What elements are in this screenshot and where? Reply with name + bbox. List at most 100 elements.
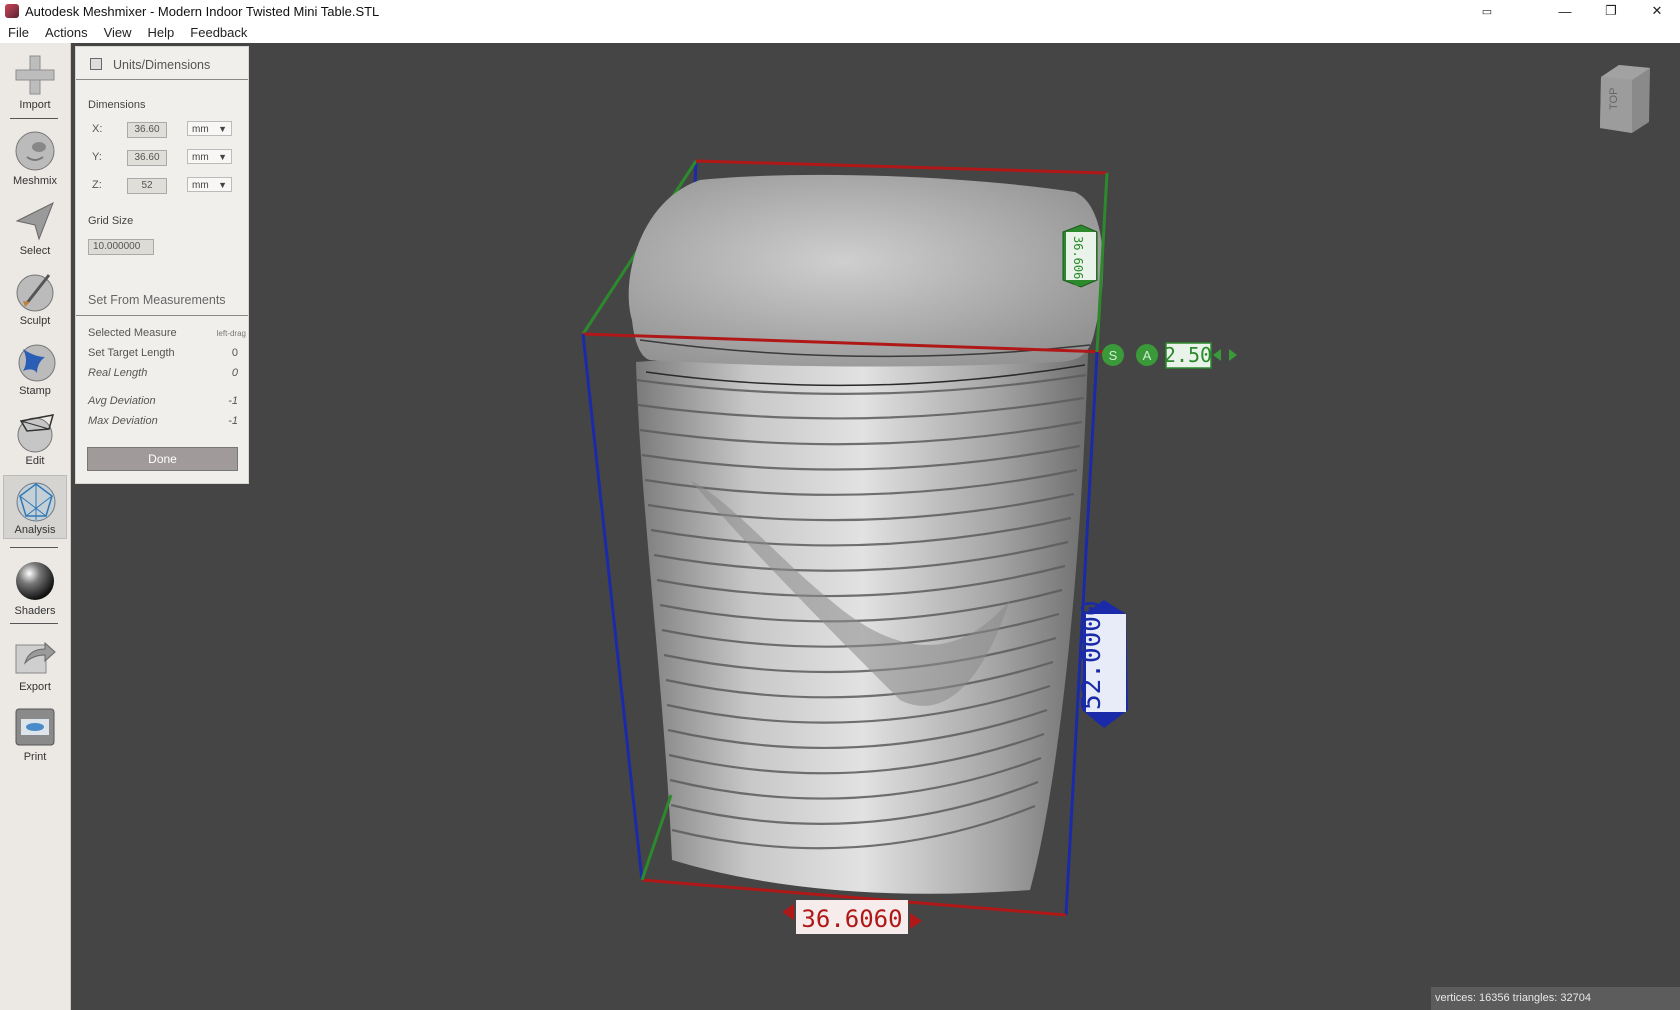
- bbox-y-edge-bottom: [640, 794, 673, 881]
- panel-collapse-icon[interactable]: [90, 58, 102, 70]
- dimensions-heading: Dimensions: [88, 99, 146, 111]
- dim-y-text: 36.6060: [1071, 236, 1085, 287]
- 3d-viewport[interactable]: 36.6060 S A 2.50 52.0000 36.6060 TOP: [70, 43, 1680, 1010]
- scale-right-arrow-icon[interactable]: [1229, 349, 1237, 361]
- y-unit-value: mm: [192, 152, 209, 163]
- dimension-z-label[interactable]: 52.0000: [1077, 600, 1128, 728]
- stamp-icon: [18, 344, 56, 382]
- x-dimension-input[interactable]: 36.60: [127, 122, 167, 138]
- selected-measure-label: Selected Measure: [88, 327, 177, 339]
- meshmix-icon: [15, 131, 55, 171]
- menu-actions[interactable]: Actions: [37, 25, 96, 40]
- tool-select[interactable]: Select: [0, 195, 70, 259]
- tool-stamp[interactable]: Stamp: [0, 335, 70, 399]
- avg-deviation-label: Avg Deviation: [88, 395, 156, 407]
- tool-sculpt[interactable]: Sculpt: [0, 265, 70, 329]
- bbox-z-edge-left: [581, 333, 644, 881]
- set-target-length-row[interactable]: Set Target Length 0: [88, 347, 238, 359]
- dim-x-left-arrow-icon[interactable]: [782, 904, 794, 920]
- set-target-length-value[interactable]: 0: [232, 347, 238, 359]
- z-label: Z:: [92, 179, 102, 191]
- z-unit-select[interactable]: mm ▼: [187, 177, 232, 192]
- menu-file[interactable]: File: [0, 25, 37, 40]
- tool-import-label: Import: [19, 99, 51, 111]
- tool-import[interactable]: Import: [0, 49, 70, 113]
- avg-deviation-row: Avg Deviation -1: [88, 395, 238, 407]
- max-deviation-row: Max Deviation -1: [88, 415, 238, 427]
- y-unit-select[interactable]: mm ▼: [187, 149, 232, 164]
- view-cube[interactable]: TOP: [1600, 65, 1650, 133]
- tool-stamp-label: Stamp: [19, 385, 51, 397]
- done-button[interactable]: Done: [87, 447, 238, 471]
- title-bar: Autodesk Meshmixer - Modern Indoor Twist…: [0, 0, 1680, 22]
- maximize-button[interactable]: ❐: [1588, 0, 1634, 22]
- tool-print-label: Print: [23, 751, 47, 763]
- scale-handle[interactable]: S A 2.50: [1102, 342, 1237, 369]
- status-bar: vertices: 16356 triangles: 32704: [1431, 987, 1680, 1010]
- units-dimensions-panel: Units/Dimensions Dimensions X: 36.60 mm ▼…: [75, 46, 249, 484]
- tool-export[interactable]: Export: [0, 631, 70, 695]
- grid-size-heading: Grid Size: [88, 215, 134, 227]
- dim-x-text: 36.6060: [801, 905, 902, 933]
- printer-icon: [15, 708, 55, 746]
- scale-a-label: A: [1143, 348, 1152, 363]
- tool-export-label: Export: [19, 681, 51, 693]
- dim-x-right-arrow-icon[interactable]: [910, 913, 922, 929]
- panel-header: Units/Dimensions: [76, 47, 248, 80]
- table-model[interactable]: [628, 174, 1104, 894]
- plus-icon: [15, 55, 55, 95]
- chevron-down-icon: ▼: [218, 152, 227, 162]
- dimension-x-label[interactable]: 36.6060: [782, 900, 922, 934]
- max-deviation-label: Max Deviation: [88, 415, 158, 427]
- tool-edit[interactable]: Edit: [0, 405, 70, 469]
- set-from-measurements-heading: Set From Measurements: [88, 293, 226, 307]
- restore-view-icon[interactable]: ▭: [1472, 0, 1502, 22]
- close-button[interactable]: ✕: [1634, 0, 1680, 22]
- chevron-down-icon: ▼: [218, 180, 227, 190]
- tool-analysis[interactable]: Analysis: [3, 475, 67, 539]
- scale-s-label: S: [1109, 348, 1118, 363]
- dimension-y-label[interactable]: 36.6060: [1062, 224, 1098, 288]
- scale-left-arrow-icon[interactable]: [1213, 349, 1221, 361]
- analysis-icon: [16, 482, 56, 522]
- real-length-label: Real Length: [88, 367, 148, 379]
- app-icon: [5, 4, 19, 18]
- y-dimension-input[interactable]: 36.60: [127, 150, 167, 166]
- grid-size-input[interactable]: 10.000000: [88, 239, 154, 255]
- view-cube-top-label: TOP: [1608, 88, 1620, 110]
- real-length-value: 0: [231, 367, 238, 379]
- select-arrow-icon: [15, 201, 54, 241]
- x-unit-value: mm: [192, 124, 209, 135]
- left-toolbar: Import Meshmix Select Sculpt Stamp Edit …: [0, 43, 71, 1010]
- z-dimension-input[interactable]: 52: [127, 178, 167, 194]
- tool-shaders[interactable]: Shaders: [0, 555, 70, 619]
- selected-measure-row: Selected Measure left-drag: [88, 327, 246, 339]
- edit-icon: [17, 414, 55, 453]
- shaders-sphere-icon: [16, 562, 54, 600]
- scale-value[interactable]: 2.50: [1164, 343, 1212, 367]
- tool-analysis-label: Analysis: [14, 524, 56, 536]
- max-deviation-value: -1: [228, 415, 238, 427]
- export-icon: [15, 641, 56, 674]
- tool-select-label: Select: [19, 245, 51, 257]
- minimize-button[interactable]: —: [1542, 0, 1588, 22]
- menu-feedback[interactable]: Feedback: [182, 25, 255, 40]
- tool-meshmix[interactable]: Meshmix: [0, 125, 70, 189]
- menu-view[interactable]: View: [96, 25, 140, 40]
- dim-z-text: 52.0000: [1077, 600, 1107, 710]
- selected-measure-value: left-drag: [216, 329, 246, 338]
- window-title: Autodesk Meshmixer - Modern Indoor Twist…: [25, 3, 380, 19]
- tool-meshmix-label: Meshmix: [12, 175, 57, 187]
- tool-edit-label: Edit: [25, 455, 45, 467]
- avg-deviation-value: -1: [228, 395, 238, 407]
- menu-help[interactable]: Help: [140, 25, 183, 40]
- menu-bar: File Actions View Help Feedback: [0, 22, 1680, 43]
- z-unit-value: mm: [192, 180, 209, 191]
- y-label: Y:: [92, 151, 102, 163]
- x-label: X:: [92, 123, 103, 135]
- real-length-row: Real Length 0: [88, 367, 238, 379]
- set-target-length-label: Set Target Length: [88, 347, 175, 359]
- sculpt-brush-icon: [16, 274, 54, 312]
- x-unit-select[interactable]: mm ▼: [187, 121, 232, 136]
- tool-print[interactable]: Print: [0, 701, 70, 765]
